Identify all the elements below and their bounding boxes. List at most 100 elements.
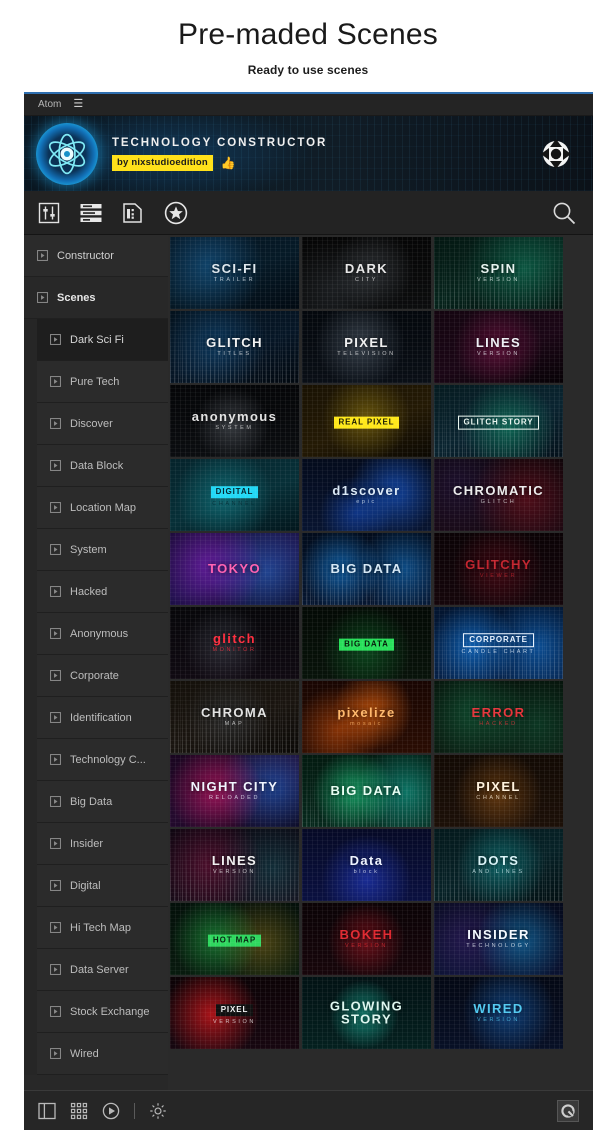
panel-layout-icon[interactable] bbox=[38, 1102, 56, 1120]
scene-category-data-server[interactable]: Data Server bbox=[37, 949, 168, 991]
scenes-content-panel[interactable]: SCI-FI TRAILER DARK CITY SPIN VERSION GLITCH TI… bbox=[168, 235, 593, 1090]
film-document-icon[interactable] bbox=[122, 202, 144, 224]
scene-subtitle: VERSION bbox=[213, 868, 256, 875]
scene-category-anonymous[interactable]: Anonymous bbox=[37, 613, 168, 655]
scene-subtitle: VERSION bbox=[213, 1019, 256, 1026]
scene-caption: PIXEL TELEVISION bbox=[302, 336, 431, 358]
scene-thumbnail[interactable]: INSIDER TECHNOLOGY bbox=[434, 903, 563, 975]
grid-dots-icon[interactable] bbox=[70, 1102, 88, 1120]
scene-thumbnail[interactable]: BIG DATA bbox=[302, 607, 431, 679]
author-badge[interactable]: by nixstudioedition bbox=[112, 154, 213, 171]
scene-thumbnail[interactable]: GLITCH STORY bbox=[434, 385, 563, 457]
scene-thumbnail[interactable]: BIG DATA bbox=[302, 533, 431, 605]
scene-category-hi-tech-map[interactable]: Hi Tech Map bbox=[37, 907, 168, 949]
sidebar-item-scenes[interactable]: Scenes bbox=[24, 277, 168, 319]
scene-title: HOT MAP bbox=[207, 934, 262, 947]
scene-thumbnail[interactable]: CHROMATIC GLITCH bbox=[434, 459, 563, 531]
expand-arrow-icon bbox=[50, 628, 61, 639]
scene-thumbnail[interactable]: GLOWING STORY bbox=[302, 977, 431, 1049]
scene-category-stock-exchange[interactable]: Stock Exchange bbox=[37, 991, 168, 1033]
scene-thumbnail[interactable]: DIGITAL CHANNEL bbox=[170, 459, 299, 531]
scene-thumbnail[interactable]: TOKYO bbox=[170, 533, 299, 605]
scene-caption: PIXEL VERSION bbox=[170, 999, 299, 1026]
expand-arrow-icon bbox=[50, 460, 61, 471]
quixel-q-icon[interactable] bbox=[557, 1099, 579, 1122]
atom-icon bbox=[36, 122, 98, 185]
search-icon[interactable] bbox=[551, 200, 577, 226]
scene-thumbnail[interactable]: REAL PIXEL bbox=[302, 385, 431, 457]
scene-category-label: Hi Tech Map bbox=[70, 921, 131, 934]
scene-category-insider[interactable]: Insider bbox=[37, 823, 168, 865]
expand-arrow-icon bbox=[50, 586, 61, 597]
scene-category-pure-tech[interactable]: Pure Tech bbox=[37, 361, 168, 403]
scene-caption: SCI-FI TRAILER bbox=[170, 262, 299, 284]
sidebar: Constructor Scenes Dark Sci Fi Pure Tech Di… bbox=[24, 235, 168, 1090]
scene-thumbnail[interactable]: NIGHT CITY RELOADED bbox=[170, 755, 299, 827]
app-name-label[interactable]: Atom bbox=[38, 99, 61, 110]
scene-category-location-map[interactable]: Location Map bbox=[37, 487, 168, 529]
scene-thumbnail[interactable]: SCI-FI TRAILER bbox=[170, 237, 299, 309]
scene-thumbnail[interactable]: glitch MONITOR bbox=[170, 607, 299, 679]
scene-thumbnail[interactable]: anonymous SYSTEM bbox=[170, 385, 299, 457]
scene-category-technology-c-[interactable]: Technology C... bbox=[37, 739, 168, 781]
scene-caption: BIG DATA bbox=[302, 634, 431, 652]
scene-category-digital[interactable]: Digital bbox=[37, 865, 168, 907]
expand-arrow-icon bbox=[50, 922, 61, 933]
scene-thumbnail[interactable]: CHROMA MAP bbox=[170, 681, 299, 753]
scene-category-hacked[interactable]: Hacked bbox=[37, 571, 168, 613]
sidebar-item-constructor[interactable]: Constructor bbox=[24, 235, 168, 277]
scene-category-discover[interactable]: Discover bbox=[37, 403, 168, 445]
scene-thumbnail[interactable]: CORPORATE CANDLE CHART bbox=[434, 607, 563, 679]
scene-thumbnail[interactable]: DARK CITY bbox=[302, 237, 431, 309]
scene-thumbnail[interactable]: PIXEL VERSION bbox=[170, 977, 299, 1049]
scene-category-system[interactable]: System bbox=[37, 529, 168, 571]
scene-category-data-block[interactable]: Data Block bbox=[37, 445, 168, 487]
scene-category-dark-sci-fi[interactable]: Dark Sci Fi bbox=[37, 319, 168, 361]
scene-thumbnail[interactable]: PIXEL TELEVISION bbox=[302, 311, 431, 383]
expand-arrow-icon bbox=[50, 1048, 61, 1059]
scene-thumbnail[interactable]: ERROR HACKED bbox=[434, 681, 563, 753]
expand-arrow-icon bbox=[50, 796, 61, 807]
scene-title: ERROR bbox=[471, 704, 526, 720]
scene-thumbnail[interactable]: BOKEH VERSION bbox=[302, 903, 431, 975]
play-circle-icon[interactable] bbox=[102, 1102, 120, 1120]
scene-thumbnail[interactable]: LINES VERSION bbox=[170, 829, 299, 901]
menu-bar: Atom ☰ bbox=[24, 94, 593, 116]
scene-category-label: Dark Sci Fi bbox=[70, 333, 124, 346]
scene-caption: pixelize mosaic bbox=[302, 706, 431, 728]
scene-category-wired[interactable]: Wired bbox=[37, 1033, 168, 1075]
expand-arrow-icon bbox=[50, 670, 61, 681]
layers-list-icon[interactable] bbox=[80, 203, 102, 223]
star-circle-icon[interactable] bbox=[164, 201, 188, 225]
scene-subtitle: HACKED bbox=[479, 720, 518, 727]
scene-category-identification[interactable]: Identification bbox=[37, 697, 168, 739]
scene-thumbnail[interactable]: WIRED VERSION bbox=[434, 977, 563, 1049]
scene-thumbnail[interactable]: GLITCH TITLES bbox=[170, 311, 299, 383]
scene-thumbnail[interactable]: SPIN VERSION bbox=[434, 237, 563, 309]
scene-thumbnail[interactable]: LINES VERSION bbox=[434, 311, 563, 383]
scene-category-corporate[interactable]: Corporate bbox=[37, 655, 168, 697]
sliders-icon[interactable] bbox=[38, 202, 60, 224]
scene-subtitle: CITY bbox=[355, 276, 378, 283]
scene-category-label: Discover bbox=[70, 417, 113, 430]
scene-title: NIGHT CITY bbox=[190, 778, 279, 794]
scene-thumbnail[interactable]: BIG DATA bbox=[302, 755, 431, 827]
expand-arrow-icon bbox=[50, 544, 61, 555]
transform-gizmo-icon[interactable] bbox=[541, 138, 571, 169]
scene-subtitle: CHANNEL bbox=[476, 794, 521, 801]
scene-subtitle: MONITOR bbox=[212, 646, 257, 653]
scene-thumbnail[interactable]: pixelize mosaic bbox=[302, 681, 431, 753]
scene-thumbnail[interactable]: GLITCHY VIEWER bbox=[434, 533, 563, 605]
scene-category-big-data[interactable]: Big Data bbox=[37, 781, 168, 823]
scene-thumbnail[interactable]: DOTS AND LINES bbox=[434, 829, 563, 901]
scene-thumbnail[interactable]: HOT MAP bbox=[170, 903, 299, 975]
scene-caption: PIXEL CHANNEL bbox=[434, 780, 563, 802]
scene-thumbnail[interactable]: PIXEL CHANNEL bbox=[434, 755, 563, 827]
gear-icon[interactable] bbox=[149, 1102, 167, 1120]
thumbs-up-icon[interactable]: 👍 bbox=[221, 157, 236, 169]
scene-thumbnail[interactable]: d1scover epic bbox=[302, 459, 431, 531]
scene-title: GLITCH STORY bbox=[457, 415, 540, 430]
scene-thumbnail[interactable]: Data block bbox=[302, 829, 431, 901]
scene-subtitle: VERSION bbox=[345, 942, 388, 949]
hamburger-menu-icon[interactable]: ☰ bbox=[73, 99, 83, 110]
